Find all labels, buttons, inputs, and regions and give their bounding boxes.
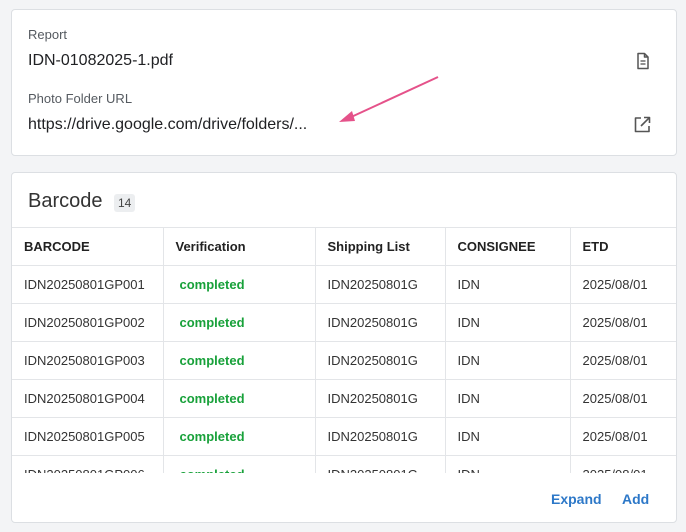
verification-status: completed [162, 341, 315, 380]
verification-status: completed [162, 379, 315, 418]
barcode-section-title: Barcode [28, 190, 103, 212]
shipping-list-cell: IDN20250801G [314, 341, 445, 380]
document-icon[interactable] [631, 49, 655, 73]
table-header-row: BARCODE Verification Shipping List CONSI… [12, 227, 676, 266]
consignee-cell: IDN [444, 341, 570, 380]
column-header-verification[interactable]: Verification [162, 227, 315, 266]
shipping-list-cell: IDN20250801G [314, 303, 445, 342]
shipping-list-cell: IDN20250801G [314, 265, 445, 304]
table-row[interactable]: IDN20250801GP006 completed IDN20250801G … [12, 455, 676, 473]
consignee-cell: IDN [444, 417, 570, 456]
etd-cell: 2025/08/01 [569, 265, 676, 304]
photo-folder-url[interactable]: https://drive.google.com/drive/folders/.… [28, 116, 307, 134]
consignee-cell: IDN [444, 303, 570, 342]
barcode-count-badge: 14 [114, 194, 136, 212]
column-header-consignee[interactable]: CONSIGNEE [444, 227, 570, 266]
barcode-cell: IDN20250801GP006 [12, 455, 163, 473]
column-header-shipping-list[interactable]: Shipping List [314, 227, 445, 266]
barcode-cell: IDN20250801GP002 [12, 303, 163, 342]
etd-cell: 2025/08/01 [569, 455, 676, 473]
column-header-barcode[interactable]: BARCODE [12, 227, 163, 266]
barcode-table-scroll[interactable]: BARCODE Verification Shipping List CONSI… [12, 227, 676, 473]
report-card: Report IDN-01082025-1.pdf Photo Folder U… [11, 9, 677, 156]
table-row[interactable]: IDN20250801GP004 completed IDN20250801G … [12, 379, 676, 418]
photo-folder-label: Photo Folder URL [28, 91, 133, 106]
shipping-list-cell: IDN20250801G [314, 417, 445, 456]
etd-cell: 2025/08/01 [569, 379, 676, 418]
expand-button[interactable]: Expand [551, 491, 602, 507]
report-label: Report [28, 27, 68, 42]
table-row[interactable]: IDN20250801GP003 completed IDN20250801G … [12, 341, 676, 380]
verification-status: completed [162, 455, 315, 473]
external-link-icon[interactable] [630, 113, 654, 137]
consignee-cell: IDN [444, 265, 570, 304]
barcode-table: BARCODE Verification Shipping List CONSI… [12, 227, 676, 473]
shipping-list-cell: IDN20250801G [314, 379, 445, 418]
etd-cell: 2025/08/01 [569, 303, 676, 342]
shipping-list-cell: IDN20250801G [314, 455, 445, 473]
table-row[interactable]: IDN20250801GP002 completed IDN20250801G … [12, 303, 676, 342]
verification-status: completed [162, 265, 315, 304]
verification-status: completed [162, 303, 315, 342]
barcode-cell: IDN20250801GP001 [12, 265, 163, 304]
column-header-etd[interactable]: ETD [569, 227, 676, 266]
barcode-card: Barcode 14 BARCODE Verification Shipping… [11, 172, 677, 523]
barcode-cell: IDN20250801GP004 [12, 379, 163, 418]
consignee-cell: IDN [444, 379, 570, 418]
barcode-cell: IDN20250801GP005 [12, 417, 163, 456]
etd-cell: 2025/08/01 [569, 341, 676, 380]
table-row[interactable]: IDN20250801GP005 completed IDN20250801G … [12, 417, 676, 456]
consignee-cell: IDN [444, 455, 570, 473]
barcode-cell: IDN20250801GP003 [12, 341, 163, 380]
report-filename[interactable]: IDN-01082025-1.pdf [28, 52, 173, 70]
add-button[interactable]: Add [622, 491, 649, 507]
table-row[interactable]: IDN20250801GP001 completed IDN20250801G … [12, 265, 676, 304]
verification-status: completed [162, 417, 315, 456]
etd-cell: 2025/08/01 [569, 417, 676, 456]
